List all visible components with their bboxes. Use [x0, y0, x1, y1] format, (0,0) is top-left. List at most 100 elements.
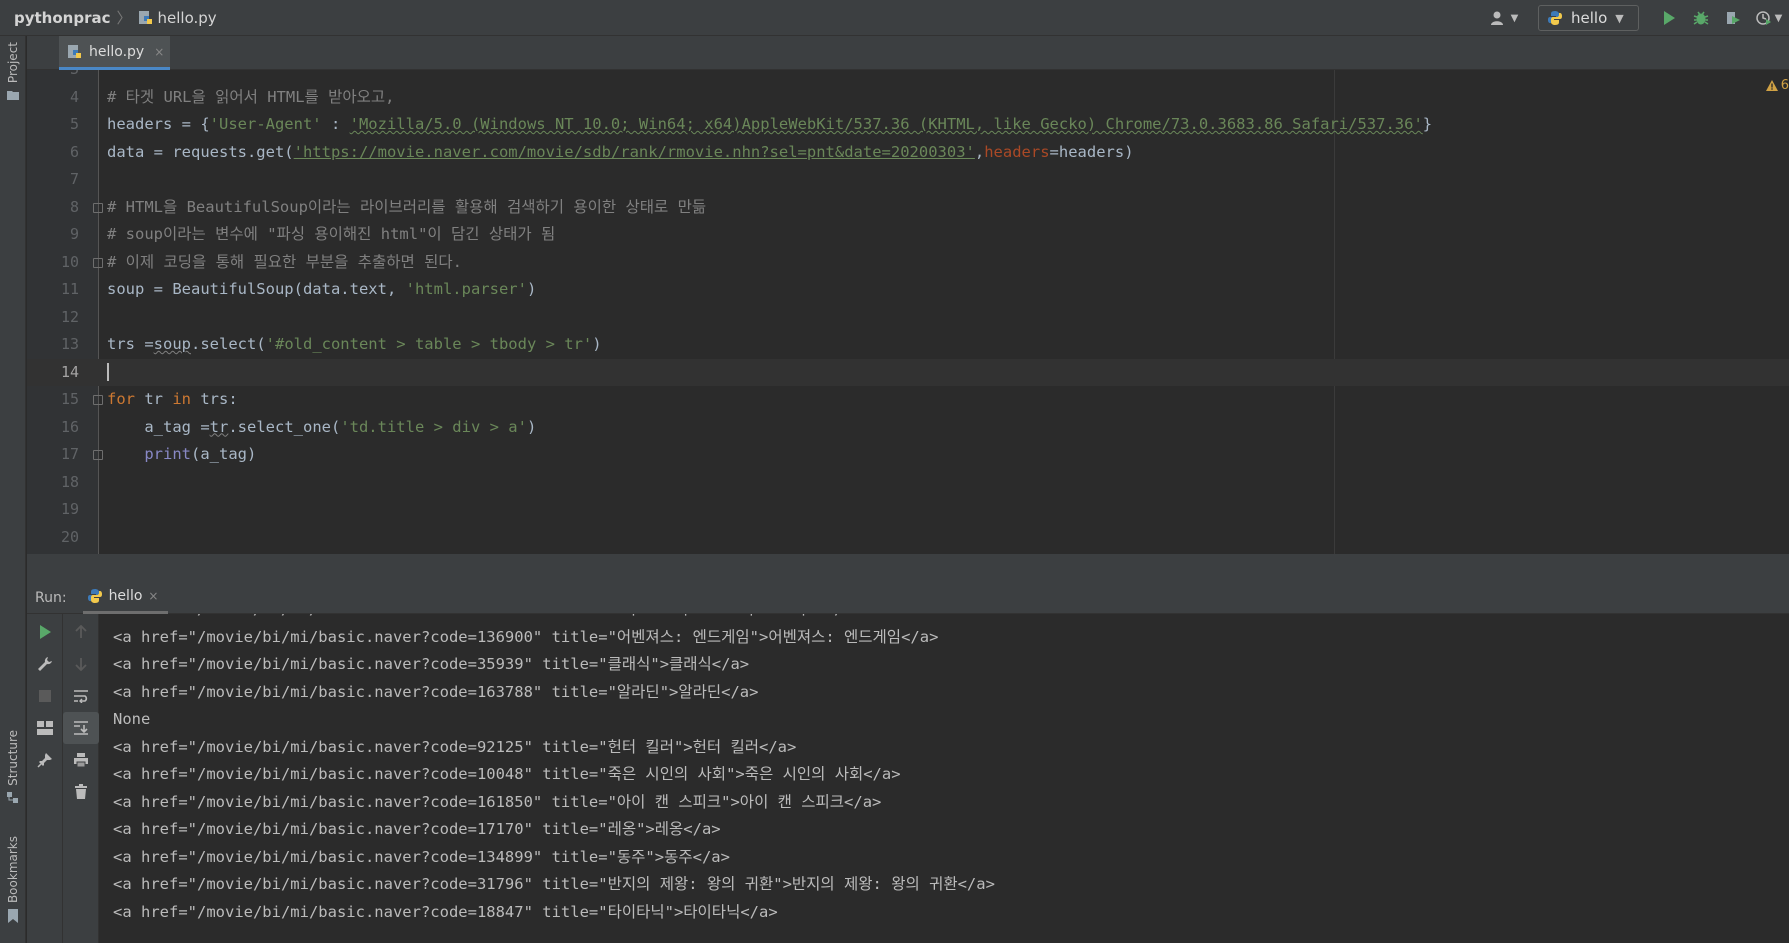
console-line: <a href="/movie/bi/mi/basic.naver?code=1…	[113, 765, 901, 783]
line-number: 18	[60, 472, 79, 491]
stop-button[interactable]	[27, 680, 63, 712]
line-number: 16	[60, 417, 79, 436]
python-file-icon	[68, 44, 81, 58]
code-token: .select(	[191, 335, 266, 353]
profile-button[interactable]: ▼	[1749, 0, 1789, 36]
code-editor[interactable]: 6 3 4 # 타겟 URL을 읽어서 HTML를 받아오고, 5 headers …	[27, 70, 1789, 554]
close-icon[interactable]: ×	[148, 589, 158, 603]
fold-marker[interactable]	[93, 450, 103, 460]
navigation-bar: pythonprac 〉 hello.py ▼ hello ▼ ▼	[0, 0, 1789, 36]
line-number: 19	[60, 500, 79, 518]
scroll-up-button[interactable]	[63, 616, 99, 648]
run-tab-hello[interactable]: hello ×	[82, 582, 169, 614]
scroll-down-button[interactable]	[63, 648, 99, 680]
tab-label: hello.py	[89, 43, 145, 60]
code-comment: # soup이라는 변수에 "파싱 용이해진 html"이 담긴 상태가 됨	[107, 225, 556, 243]
breadcrumb-file-label: hello.py	[157, 8, 217, 27]
code-line: 17 print(a_tag)	[27, 441, 1789, 469]
pin-tab-button[interactable]	[27, 744, 63, 776]
layout-button[interactable]	[27, 712, 63, 744]
code-url-string[interactable]: 'https://movie.naver.com/movie/sdb/rank/…	[294, 143, 975, 161]
code-token: soup	[153, 335, 191, 353]
console-line: <a href="/movie/bi/mi/basic.naver?code=1…	[113, 820, 721, 838]
rerun-icon	[40, 625, 51, 639]
line-number: 7	[69, 170, 79, 188]
settings-button[interactable]	[27, 648, 63, 680]
line-number: 3	[27, 70, 79, 84]
stop-icon	[39, 690, 51, 702]
code-comment: # 이제 코딩을 통해 필요한 부분을 추출하면 된다.	[107, 252, 462, 271]
code-line: 16 a_tag =tr.select_one('td.title > div …	[27, 414, 1789, 442]
line-number: 5	[69, 115, 79, 133]
bookmark-icon	[8, 909, 18, 924]
project-tool-tab[interactable]: Project	[0, 42, 26, 101]
code-keyword-argument: headers	[984, 142, 1050, 161]
run-button[interactable]	[1653, 0, 1685, 36]
coverage-button[interactable]	[1717, 0, 1749, 36]
fold-marker[interactable]	[93, 257, 103, 268]
code-token: =headers)	[1049, 142, 1134, 161]
up-arrow-icon	[75, 625, 87, 638]
code-builtin: print	[144, 445, 191, 463]
code-string: '#old_content > table > tbody > tr'	[265, 335, 593, 353]
line-number: 12	[60, 307, 79, 326]
bookmarks-tool-tab-label: Bookmarks	[6, 836, 20, 904]
breadcrumb-file[interactable]: hello.py	[138, 9, 217, 27]
code-string: 'Mozilla/5.0 (Windows NT 10.0; Win64; x6…	[349, 115, 1423, 133]
code-line: 19	[27, 496, 1789, 524]
code-token: soup = BeautifulSoup(data.text,	[107, 280, 406, 298]
code-token: }	[1422, 115, 1433, 133]
code-token: trs =	[107, 335, 154, 353]
console-line: <a href="/movie/bi/mi/basic.naver?code=6…	[99, 614, 995, 624]
python-icon	[1548, 11, 1562, 25]
trash-icon	[75, 784, 87, 799]
code-token: ,	[974, 142, 985, 161]
console-line: <a href="/movie/bi/mi/basic.naver?code=3…	[113, 875, 995, 893]
breadcrumb-project[interactable]: pythonprac	[14, 9, 111, 27]
text-cursor	[107, 359, 109, 387]
code-line: 12	[27, 304, 1789, 332]
scroll-to-end-button[interactable]	[63, 712, 99, 744]
line-number: 13	[60, 335, 79, 353]
scroll-to-end-icon	[74, 721, 88, 735]
code-text: trs =soup.select('#old_content > table >…	[107, 331, 602, 359]
code-line: 11 soup = BeautifulSoup(data.text, 'html.…	[27, 276, 1789, 304]
code-text: for tr in trs:	[107, 386, 238, 414]
run-configuration-select[interactable]: hello ▼	[1538, 5, 1639, 31]
code-keyword: in	[172, 390, 191, 408]
rerun-button[interactable]	[27, 616, 63, 648]
code-line: 13 trs =soup.select('#old_content > table…	[27, 331, 1789, 359]
fold-marker[interactable]	[93, 395, 103, 405]
code-comment: # 타겟 URL을 읽어서 HTML를 받아오고,	[107, 87, 395, 106]
debug-button[interactable]	[1685, 0, 1717, 36]
tab-hello-py[interactable]: hello.py ×	[59, 36, 170, 70]
close-icon[interactable]: ×	[154, 45, 164, 59]
line-number: 11	[60, 280, 79, 298]
console-line: <a href="/movie/bi/mi/basic.naver?code=1…	[113, 627, 939, 646]
console-line: <a href="/movie/bi/mi/basic.naver?code=1…	[113, 902, 778, 921]
run-configuration-label: hello	[1571, 9, 1608, 27]
line-number: 8	[69, 197, 79, 216]
structure-icon	[7, 791, 18, 803]
print-button[interactable]	[63, 744, 99, 776]
console-line: <a href="/movie/bi/mi/basic.naver?code=1…	[113, 792, 882, 811]
code-token: )	[592, 335, 602, 353]
structure-tool-tab[interactable]: Structure	[0, 730, 26, 804]
code-token: a_tag =	[107, 417, 210, 436]
code-line: 4 # 타겟 URL을 읽어서 HTML를 받아오고,	[27, 84, 1789, 112]
soft-wrap-button[interactable]	[63, 680, 99, 712]
user-icon	[1490, 11, 1503, 25]
clear-all-button[interactable]	[63, 776, 99, 808]
fold-marker[interactable]	[93, 202, 103, 213]
user-menu-button[interactable]: ▼	[1484, 0, 1524, 36]
run-console-output[interactable]: <a href="/movie/bi/mi/basic.naver?code=6…	[99, 614, 1789, 943]
bookmarks-tool-tab[interactable]: Bookmarks	[0, 836, 26, 924]
line-number: 15	[60, 390, 79, 408]
code-token: (a_tag)	[191, 445, 257, 463]
current-code-line: 14	[27, 358, 1789, 387]
console-line: <a href="/movie/bi/mi/basic.naver?code=1…	[113, 847, 730, 866]
code-line: 6 data = requests.get('https://movie.nave…	[27, 139, 1789, 167]
panel-splitter[interactable]	[27, 554, 1789, 582]
chevron-down-icon: ▼	[1615, 11, 1624, 25]
